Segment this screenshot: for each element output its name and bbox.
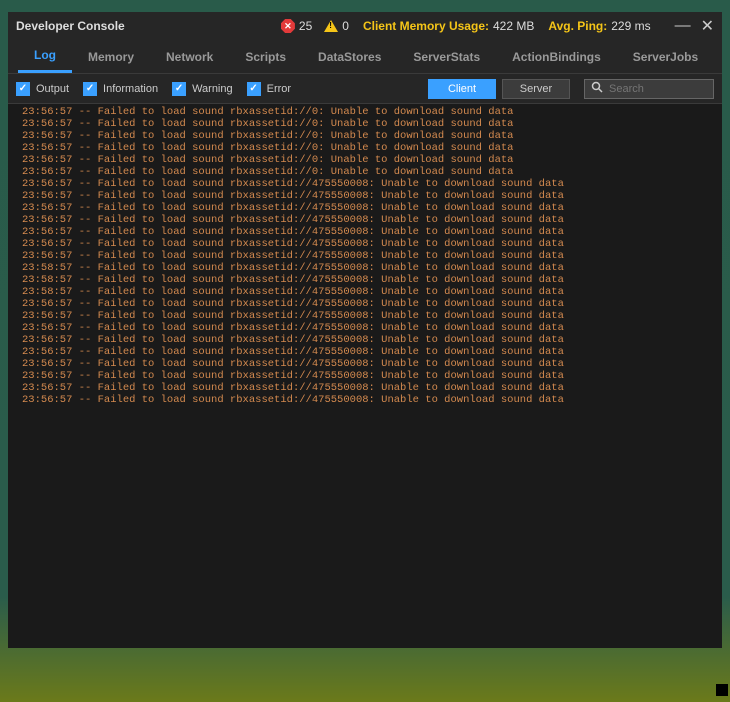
log-line: 23:58:57 -- Failed to load sound rbxasse…	[8, 262, 722, 274]
log-line: 23:56:57 -- Failed to load sound rbxasse…	[8, 322, 722, 334]
search-box[interactable]	[584, 79, 714, 99]
client-button[interactable]: Client	[428, 79, 496, 99]
error-count-value: 25	[299, 19, 312, 33]
log-line: 23:56:57 -- Failed to load sound rbxasse…	[8, 250, 722, 262]
filter-warning-label: Warning	[192, 83, 233, 95]
filter-information-label: Information	[103, 83, 158, 95]
log-line: 23:56:57 -- Failed to load sound rbxasse…	[8, 142, 722, 154]
tab-scripts[interactable]: Scripts	[229, 40, 302, 73]
log-line: 23:56:57 -- Failed to load sound rbxasse…	[8, 346, 722, 358]
log-line: 23:56:57 -- Failed to load sound rbxasse…	[8, 154, 722, 166]
filter-error-label: Error	[267, 83, 291, 95]
tab-memory[interactable]: Memory	[72, 40, 150, 73]
tab-network[interactable]: Network	[150, 40, 229, 73]
log-line: 23:56:57 -- Failed to load sound rbxasse…	[8, 166, 722, 178]
tab-bar: LogMemoryNetworkScriptsDataStoresServerS…	[8, 40, 722, 74]
window-title: Developer Console	[16, 19, 125, 33]
memory-value: 422 MB	[493, 19, 534, 33]
log-line: 23:56:57 -- Failed to load sound rbxasse…	[8, 382, 722, 394]
error-count: ✕ 25	[281, 19, 312, 33]
log-line: 23:56:57 -- Failed to load sound rbxasse…	[8, 202, 722, 214]
warning-count: 0	[324, 19, 349, 33]
error-icon: ✕	[281, 19, 295, 33]
tab-microprofiler[interactable]: MicroProfiler	[714, 40, 730, 73]
log-line: 23:56:57 -- Failed to load sound rbxasse…	[8, 190, 722, 202]
log-line: 23:56:57 -- Failed to load sound rbxasse…	[8, 130, 722, 142]
tab-log[interactable]: Log	[18, 40, 72, 73]
checkbox-information[interactable]	[83, 82, 97, 96]
filter-bar: Output Information Warning Error Client …	[8, 74, 722, 104]
checkbox-output[interactable]	[16, 82, 30, 96]
log-line: 23:56:57 -- Failed to load sound rbxasse…	[8, 370, 722, 382]
log-line: 23:56:57 -- Failed to load sound rbxasse…	[8, 214, 722, 226]
developer-console: Developer Console ✕ 25 0 Client Memory U…	[8, 12, 722, 648]
log-line: 23:58:57 -- Failed to load sound rbxasse…	[8, 286, 722, 298]
checkbox-error[interactable]	[247, 82, 261, 96]
close-button[interactable]: ✕	[701, 16, 714, 36]
corner-handle	[716, 684, 728, 696]
filter-output-label: Output	[36, 83, 69, 95]
log-line: 23:56:57 -- Failed to load sound rbxasse…	[8, 106, 722, 118]
tab-datastores[interactable]: DataStores	[302, 40, 397, 73]
warning-count-value: 0	[342, 19, 349, 33]
ping-label: Avg. Ping:	[548, 19, 607, 33]
log-line: 23:56:57 -- Failed to load sound rbxasse…	[8, 358, 722, 370]
log-line: 23:56:57 -- Failed to load sound rbxasse…	[8, 298, 722, 310]
minimize-button[interactable]: —	[675, 17, 691, 35]
log-line: 23:58:57 -- Failed to load sound rbxasse…	[8, 274, 722, 286]
memory-label: Client Memory Usage:	[363, 19, 489, 33]
tab-serverstats[interactable]: ServerStats	[397, 40, 496, 73]
titlebar: Developer Console ✕ 25 0 Client Memory U…	[8, 12, 722, 40]
search-icon	[591, 81, 603, 96]
log-line: 23:56:57 -- Failed to load sound rbxasse…	[8, 178, 722, 190]
log-line: 23:56:57 -- Failed to load sound rbxasse…	[8, 310, 722, 322]
warning-icon	[324, 20, 338, 32]
log-line: 23:56:57 -- Failed to load sound rbxasse…	[8, 226, 722, 238]
tab-serverjobs[interactable]: ServerJobs	[617, 40, 714, 73]
checkbox-warning[interactable]	[172, 82, 186, 96]
log-line: 23:56:57 -- Failed to load sound rbxasse…	[8, 394, 722, 406]
log-output[interactable]: 23:56:57 -- Failed to load sound rbxasse…	[8, 104, 722, 648]
log-line: 23:56:57 -- Failed to load sound rbxasse…	[8, 118, 722, 130]
search-input[interactable]	[609, 83, 730, 95]
server-button[interactable]: Server	[502, 79, 570, 99]
ping-value: 229 ms	[611, 19, 650, 33]
log-line: 23:56:57 -- Failed to load sound rbxasse…	[8, 238, 722, 250]
log-line: 23:56:57 -- Failed to load sound rbxasse…	[8, 334, 722, 346]
tab-actionbindings[interactable]: ActionBindings	[496, 40, 617, 73]
